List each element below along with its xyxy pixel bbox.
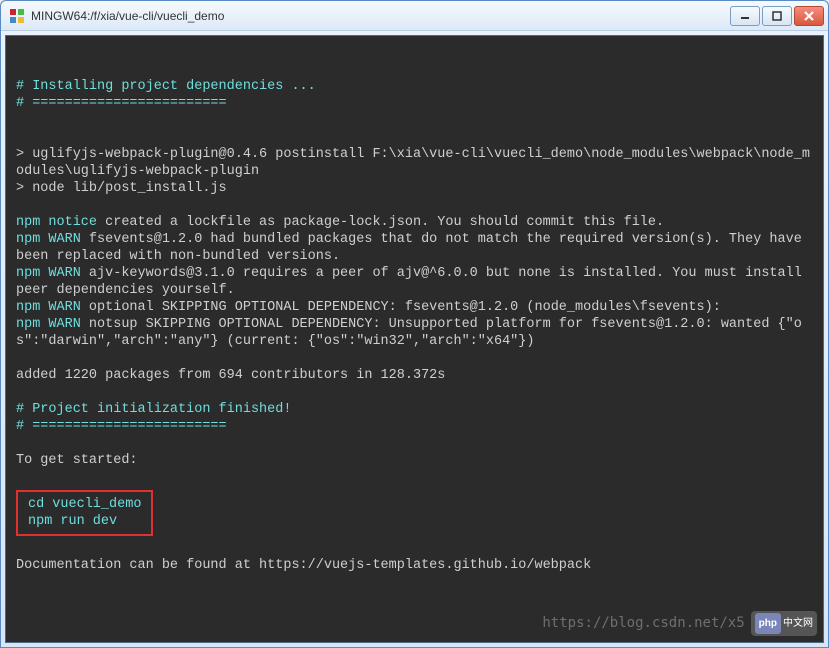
terminal-text: cd vuecli_demo [28,497,141,512]
watermark: https://blog.csdn.net/x5 php 中文网 [542,611,817,636]
terminal-text: # ======================== [16,96,227,111]
watermark-badge: php 中文网 [751,611,817,636]
terminal-text: optional SKIPPING OPTIONAL DEPENDENCY: f… [81,300,721,315]
terminal-text: > uglifyjs-webpack-plugin@0.4.6 postinst… [16,147,810,179]
npm-tag: npm WARN [16,266,81,281]
terminal-text: > node lib/post_install.js [16,181,227,196]
terminal-text: # Project initialization finished! [16,402,291,417]
php-badge: php [755,613,781,634]
terminal-text: created a lockfile as package-lock.json.… [97,215,664,230]
close-button[interactable] [794,6,824,26]
terminal-line: # Installing project dependencies ... # … [16,79,810,468]
terminal-text: fsevents@1.2.0 had bundled packages that… [16,232,810,264]
terminal-text: added 1220 packages from 694 contributor… [16,368,445,383]
npm-tag: npm notice [16,215,97,230]
watermark-url: https://blog.csdn.net/x5 [542,615,744,632]
cn-text: 中文网 [783,615,813,632]
terminal-text: # ======================== [16,419,227,434]
window-title: MINGW64:/f/xia/vue-cli/vuecli_demo [31,9,730,23]
maximize-button[interactable] [762,6,792,26]
terminal-output[interactable]: # Installing project dependencies ... # … [5,35,824,643]
window-controls [730,6,824,26]
npm-tag: npm WARN [16,300,81,315]
npm-tag: npm WARN [16,317,81,332]
terminal-text: npm run dev [28,514,117,529]
npm-tag: npm WARN [16,232,81,247]
terminal-text: # Installing project dependencies ... [16,79,316,94]
highlight-box: cd vuecli_demo npm run dev [16,490,153,536]
terminal-text: ajv-keywords@3.1.0 requires a peer of aj… [16,266,810,298]
close-icon [804,11,814,21]
maximize-icon [772,11,782,21]
terminal-text: To get started: [16,453,138,468]
minimize-icon [740,11,750,21]
titlebar[interactable]: MINGW64:/f/xia/vue-cli/vuecli_demo [1,1,828,31]
terminal-text: notsup SKIPPING OPTIONAL DEPENDENCY: Uns… [16,317,802,349]
terminal-text: Documentation can be found at https://vu… [16,558,591,573]
app-window: MINGW64:/f/xia/vue-cli/vuecli_demo # Ins… [0,0,829,648]
mingw-icon [9,8,25,24]
minimize-button[interactable] [730,6,760,26]
